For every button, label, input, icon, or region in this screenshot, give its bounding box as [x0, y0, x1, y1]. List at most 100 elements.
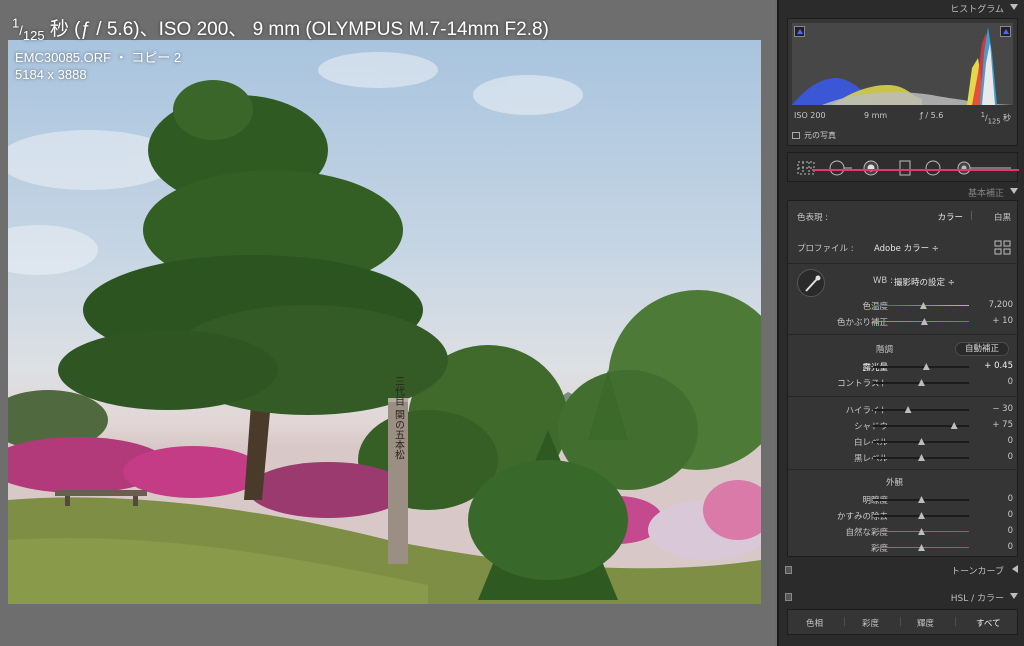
slider-value-temp[interactable]: 7,200 — [989, 300, 1013, 310]
shadow-clipping-icon[interactable] — [794, 26, 805, 37]
profile-label: プロファイル : — [797, 244, 854, 254]
radial-filter-icon[interactable] — [923, 160, 943, 176]
slider-handle-dehaze[interactable] — [918, 512, 925, 519]
slider-value-shadows[interactable]: + 75 — [992, 420, 1013, 430]
treatment-row: 色表現 : カラー | 白黒 — [788, 211, 1019, 223]
photo-view-area: 三代目 関の五本松 1/125 秒 (ƒ / 5.6)、ISO 200、 9 m… — [0, 0, 775, 646]
collapse-triangle-icon[interactable] — [1010, 593, 1018, 599]
wb-row: WB : 撮影時の設定 ÷ — [788, 276, 1019, 288]
slider-track-contrast[interactable] — [873, 379, 969, 386]
slider-row-tint: 色かぶり補正 + 10 — [788, 316, 1019, 328]
basic-title: 基本補正 — [967, 189, 1004, 199]
slider-value-blacks[interactable]: 0 — [1008, 452, 1013, 462]
hsl-title: HSL / カラー — [950, 594, 1004, 604]
highlight-clipping-icon[interactable] — [1000, 26, 1011, 37]
exif-info-line: 1/125 秒 (ƒ / 5.6)、ISO 200、 9 mm (OLYMPUS… — [12, 15, 549, 43]
presence-section-title: 外観 — [886, 478, 904, 488]
slider-value-clarity[interactable]: 0 — [1008, 494, 1013, 504]
spot-removal-icon[interactable] — [828, 160, 854, 176]
hsl-tab-bar: 色相 | 彩度 | 輝度 | すべて — [787, 609, 1018, 635]
slider-track-whites[interactable] — [873, 438, 969, 445]
slider-handle-whites[interactable] — [918, 438, 925, 445]
slider-value-whites[interactable]: 0 — [1008, 436, 1013, 446]
slider-track-highlights[interactable] — [873, 406, 969, 413]
slider-handle-shadows[interactable] — [950, 422, 958, 429]
slider-handle-vibrance[interactable] — [918, 528, 925, 535]
slider-track-temp[interactable] — [873, 302, 969, 309]
shutter-denominator: 125 — [22, 27, 45, 43]
wb-dropdown[interactable]: 撮影時の設定 ÷ — [894, 276, 955, 288]
tab-saturation[interactable]: 彩度 — [862, 617, 879, 629]
tone-section-title: 階調 — [876, 345, 894, 355]
original-photo-toggle[interactable]: 元の写真 — [792, 130, 836, 141]
slider-track-vibrance[interactable] — [873, 528, 969, 535]
slider-label-saturation: 彩度 — [870, 544, 888, 554]
tab-separator: | — [954, 617, 957, 627]
panel-toggle-icon[interactable] — [785, 566, 792, 574]
tab-separator: | — [843, 617, 846, 627]
slider-track-blacks[interactable] — [873, 454, 969, 461]
slider-handle-tint[interactable] — [920, 318, 928, 325]
crop-grid-icon[interactable] — [796, 160, 816, 176]
histogram-graph[interactable] — [792, 23, 1013, 105]
basic-header[interactable]: 基本補正 — [779, 184, 1024, 201]
slider-row-whites: 白レベル 0 — [788, 436, 1019, 448]
expand-triangle-icon[interactable] — [1012, 565, 1018, 573]
slider-handle-blacks[interactable] — [918, 454, 925, 461]
checkbox-icon[interactable] — [792, 132, 800, 139]
red-eye-icon[interactable] — [861, 160, 881, 176]
slider-track-clarity[interactable] — [873, 496, 969, 503]
tab-all[interactable]: すべて — [976, 617, 1001, 629]
image-dimensions-label: 5184 x 3888 — [15, 67, 87, 82]
slider-row-contrast: コントラスト 0 — [788, 377, 1019, 389]
filename-label: EMC30085.ORF ・ コピー 2 — [15, 50, 182, 65]
panel-toggle-icon[interactable] — [785, 593, 792, 601]
histo-shutter: 1/125 秒 — [980, 111, 1011, 126]
hsl-header[interactable]: HSL / カラー — [779, 589, 1024, 606]
slider-track-exposure[interactable] — [873, 363, 969, 370]
slider-track-saturation[interactable] — [873, 544, 969, 551]
slider-track-tint[interactable] — [873, 318, 969, 325]
wb-label: WB : — [873, 276, 893, 286]
slider-value-vibrance[interactable]: 0 — [1008, 526, 1013, 536]
slider-row-exposure: 露光量 + 0.45 — [788, 361, 1019, 373]
collapse-triangle-icon[interactable] — [1010, 4, 1018, 10]
auto-tone-button[interactable]: 自動補正 — [955, 342, 1009, 356]
slider-handle-contrast[interactable] — [918, 379, 925, 386]
slider-handle-highlights[interactable] — [904, 406, 912, 413]
treatment-bw-button[interactable]: 白黒 — [994, 211, 1011, 223]
histo-shutter-num: 1 — [980, 111, 986, 119]
slider-value-exposure[interactable]: + 0.45 — [984, 361, 1013, 371]
slider-track-shadows[interactable] — [873, 422, 969, 429]
basic-panel: 色表現 : カラー | 白黒 プロファイル : Adobe カラー ÷ WB :… — [787, 200, 1019, 557]
slider-value-contrast[interactable]: 0 — [1008, 377, 1013, 387]
histogram-header[interactable]: ヒストグラム — [779, 0, 1024, 17]
slider-value-tint[interactable]: + 10 — [992, 316, 1013, 326]
graduated-filter-icon[interactable] — [898, 160, 912, 176]
collapse-triangle-icon[interactable] — [1010, 188, 1018, 194]
slider-row-blacks: 黒レベル 0 — [788, 452, 1019, 464]
slider-handle-temp[interactable] — [919, 302, 927, 309]
tab-luminance[interactable]: 輝度 — [917, 617, 934, 629]
slider-handle-saturation[interactable] — [918, 544, 925, 551]
slider-label-vibrance: 自然な彩度 — [845, 528, 888, 538]
slider-value-dehaze[interactable]: 0 — [1008, 510, 1013, 520]
photo-image[interactable]: 三代目 関の五本松 — [8, 40, 761, 604]
tone-curve-header[interactable]: トーンカーブ — [779, 562, 1024, 579]
slider-handle-clarity[interactable] — [918, 496, 925, 503]
exposure-highlight-underline — [812, 169, 1019, 171]
treatment-color-button[interactable]: カラー — [937, 211, 963, 223]
slider-value-saturation[interactable]: 0 — [1008, 542, 1013, 552]
slider-row-clarity: 明瞭度 0 — [788, 494, 1019, 506]
profile-dropdown[interactable]: Adobe カラー ÷ — [874, 242, 939, 254]
slider-handle-exposure[interactable] — [922, 363, 930, 370]
adjustment-brush-icon[interactable] — [955, 160, 1013, 176]
slider-track-dehaze[interactable] — [873, 512, 969, 519]
tab-separator: | — [899, 617, 902, 627]
profile-browser-icon[interactable] — [994, 240, 1011, 255]
slider-row-highlights: ハイライト − 30 — [788, 404, 1019, 416]
tab-hue[interactable]: 色相 — [806, 617, 823, 629]
histogram-curves — [792, 27, 1013, 105]
slider-value-highlights[interactable]: − 30 — [992, 404, 1013, 414]
profile-row: プロファイル : Adobe カラー ÷ — [788, 240, 1019, 255]
